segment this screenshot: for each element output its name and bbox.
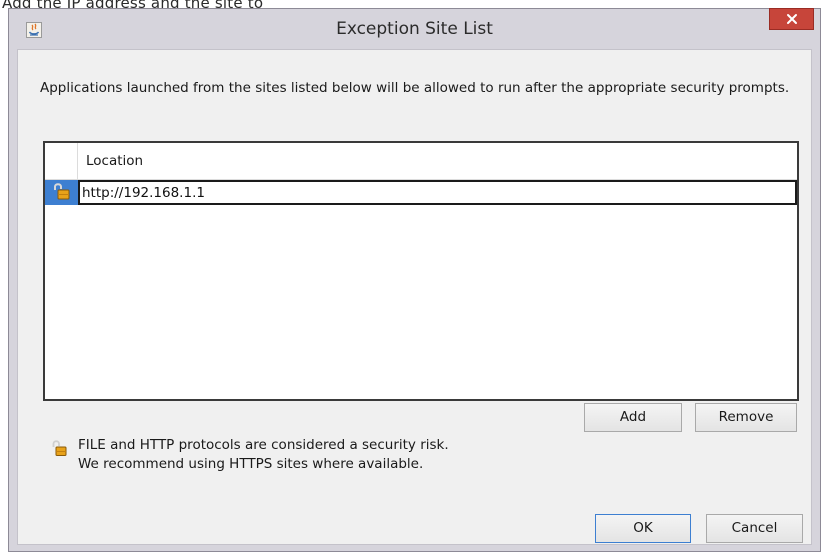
- icon-column-header: [45, 143, 78, 179]
- exception-site-table[interactable]: Location: [43, 141, 799, 401]
- screen: Add the IP address and the site to Excep…: [0, 0, 823, 554]
- description-text: Applications launched from the sites lis…: [40, 80, 790, 96]
- remove-button[interactable]: Remove: [695, 403, 797, 432]
- exception-site-list-dialog: Exception Site List Applications launche…: [8, 8, 821, 552]
- close-icon: [786, 10, 798, 29]
- title-bar[interactable]: Exception Site List: [9, 8, 820, 49]
- location-column-header[interactable]: Location: [78, 143, 797, 179]
- add-button[interactable]: Add: [584, 403, 682, 432]
- dialog-content: Applications launched from the sites lis…: [17, 49, 812, 545]
- close-button[interactable]: [769, 8, 814, 30]
- unlocked-padlock-icon: [52, 439, 68, 457]
- location-input[interactable]: [78, 180, 797, 205]
- ok-button[interactable]: OK: [595, 514, 691, 543]
- row-icon-cell: [45, 180, 78, 205]
- table-header: Location: [45, 143, 797, 180]
- cancel-button[interactable]: Cancel: [706, 514, 803, 543]
- security-warning: FILE and HTTP protocols are considered a…: [78, 436, 449, 474]
- unlocked-padlock-icon: [52, 181, 72, 205]
- table-row[interactable]: [45, 180, 797, 205]
- warning-line-2: We recommend using HTTPS sites where ava…: [78, 456, 424, 472]
- warning-line-1: FILE and HTTP protocols are considered a…: [78, 437, 449, 453]
- window-title: Exception Site List: [336, 19, 493, 39]
